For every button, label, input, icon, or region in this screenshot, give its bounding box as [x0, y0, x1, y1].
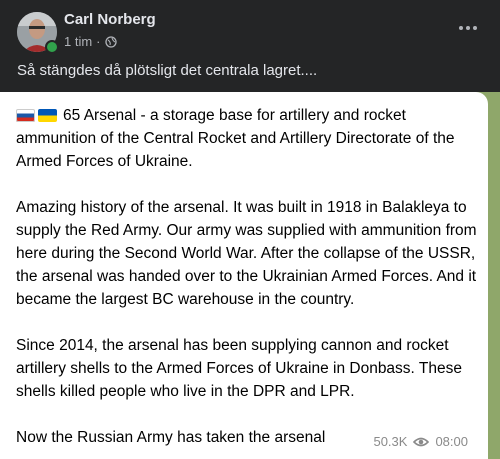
telegram-screenshot[interactable]: 65 Arsenal - a storage base for artiller… [0, 92, 500, 459]
meta-separator: · [96, 34, 101, 49]
post-time[interactable]: 1 tim [64, 34, 92, 49]
paragraph-3: Since 2014, the arsenal has been supplyi… [16, 337, 462, 400]
view-count: 50.3K [373, 434, 408, 449]
message-time: 08:00 [435, 434, 468, 449]
eye-icon [413, 437, 430, 446]
flags [16, 109, 57, 122]
paragraph-1: 65 Arsenal - a storage base for artiller… [16, 104, 480, 173]
paragraph-2: Amazing history of the arsenal. It was b… [16, 199, 477, 308]
telegram-message-text: 65 Arsenal - a storage base for artiller… [16, 104, 480, 459]
post-meta: 1 tim · [64, 34, 117, 49]
post-header: Carl Norberg 1 tim · [0, 0, 500, 60]
more-options-icon[interactable] [454, 18, 482, 38]
paragraph-text: 65 Arsenal - a storage base for artiller… [16, 107, 455, 170]
author-name[interactable]: Carl Norberg [64, 11, 156, 28]
ukraine-flag-icon [38, 109, 57, 122]
russia-flag-icon [16, 109, 35, 122]
globe-icon[interactable] [104, 35, 117, 48]
telegram-message-bubble: 65 Arsenal - a storage base for artiller… [0, 92, 488, 459]
post-caption: Så stängdes då plötsligt det centrala la… [17, 62, 318, 79]
online-status-indicator [45, 40, 59, 54]
telegram-message-footer: 50.3K 08:00 [373, 434, 468, 449]
